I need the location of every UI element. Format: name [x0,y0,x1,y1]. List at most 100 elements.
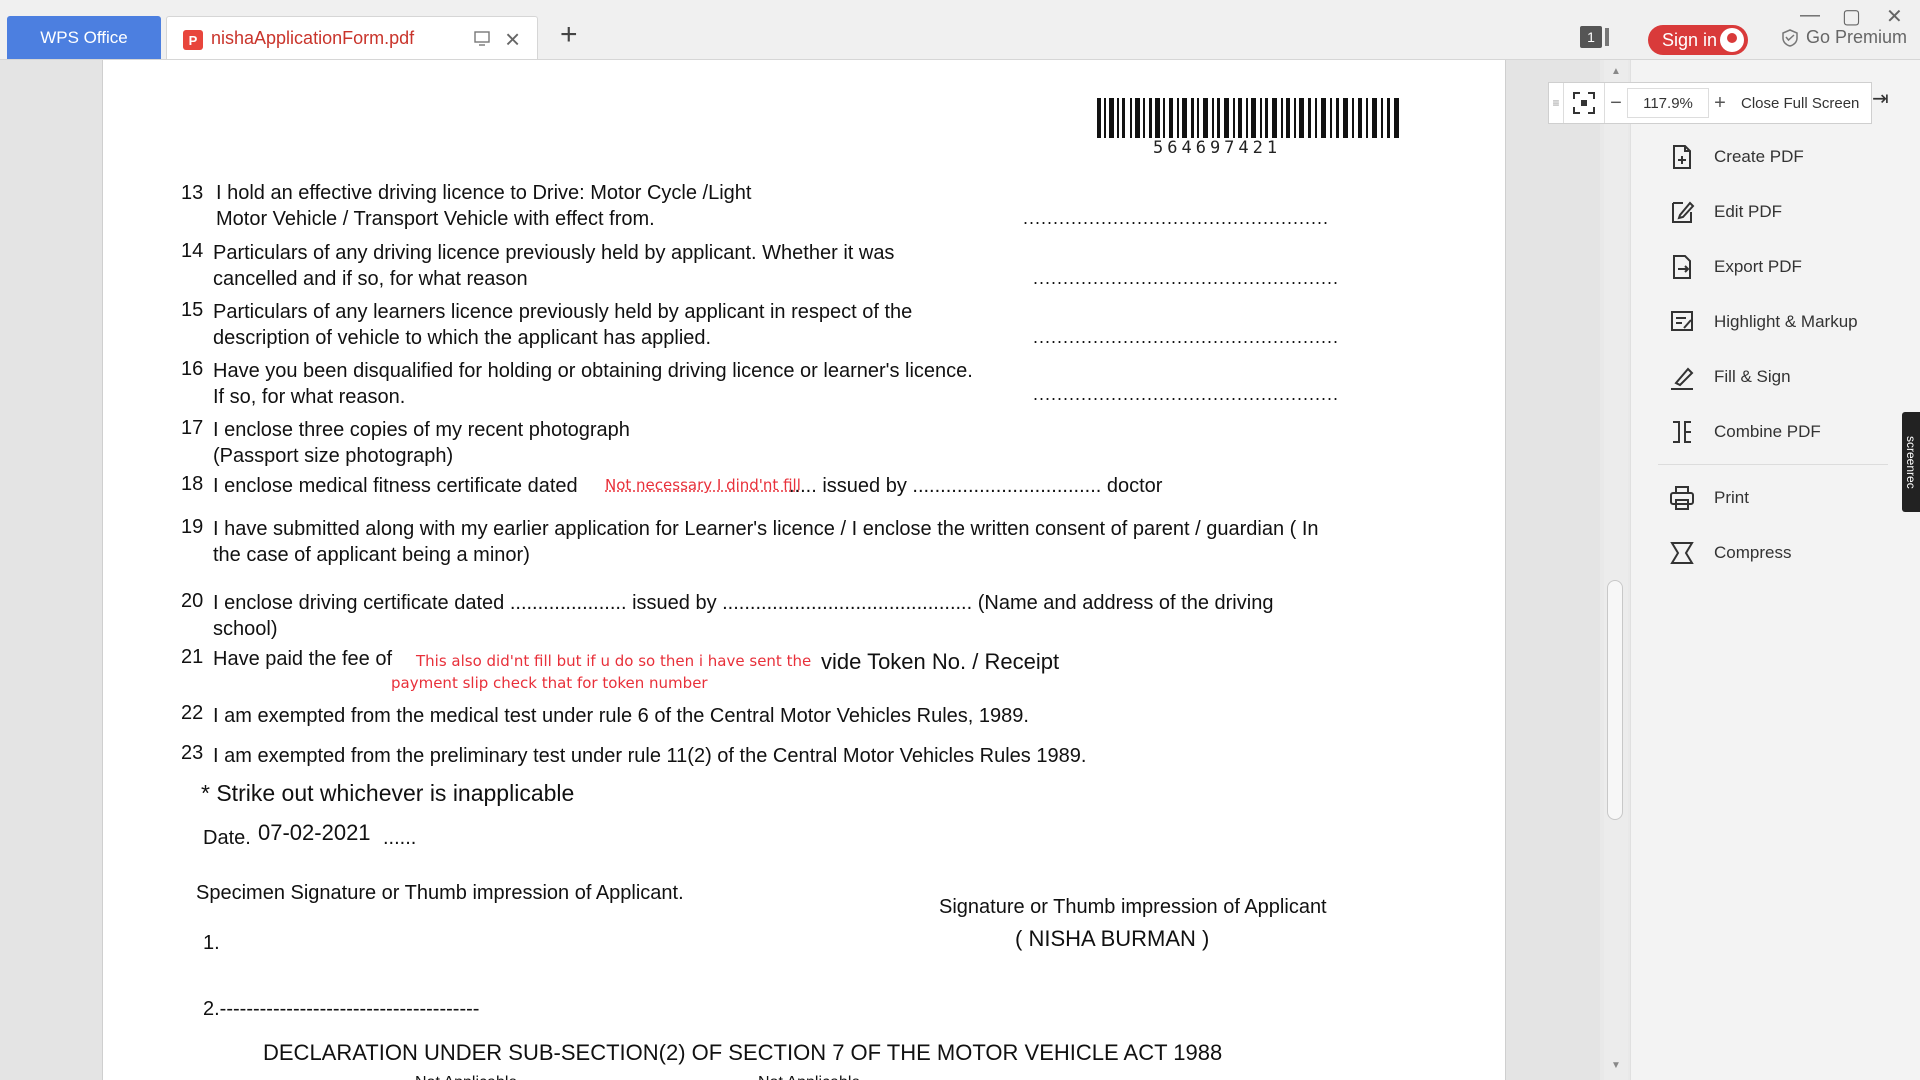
item-number: 18 [181,473,204,495]
item-13-line2: Motor Vehicle / Transport Vehicle with e… [216,208,655,230]
panel-divider [1658,464,1888,465]
tab-document-label: nishaApplicationForm.pdf [211,28,415,48]
sign-in-label: Sign in [1662,29,1718,50]
fill-sign-label: Fill & Sign [1714,367,1791,386]
item-22-text: I am exempted from the medical test unde… [213,705,1029,727]
screenrec-tab[interactable]: screenrec [1902,412,1920,512]
export-pdf-button[interactable]: Export PDF [1668,249,1802,285]
zoom-value[interactable]: 117.9% [1627,88,1709,118]
annotation-18[interactable]: Not necessary I dind'nt fill [605,476,801,494]
print-button[interactable]: Print [1668,480,1749,516]
premium-icon [1782,28,1798,47]
compress-icon [1670,542,1694,564]
specimen-2: 2.--------------------------------------… [203,998,480,1020]
applicant-name: ( NISHA BURMAN ) [1015,926,1210,951]
item-number: 21 [181,646,204,668]
item-13-fill-line: ........................................… [1023,208,1330,228]
item-13-line1: I hold an effective driving licence to D… [216,182,752,204]
export-pdf-icon [1673,255,1691,279]
fit-screen-icon[interactable] [1563,83,1605,123]
item-number: 17 [181,417,204,439]
item-16-line1: Have you been disqualified for holding o… [213,360,973,382]
pdf-page: 564697421 13 I hold an effective driving… [102,60,1506,1080]
item-16-fill-line: ........................................… [1033,384,1340,404]
avatar-icon [1720,28,1744,52]
item-20-line1: I enclose driving certificate dated ....… [213,592,1274,614]
collapse-panel-icon[interactable]: ⇥ [1872,86,1889,111]
page-bar-icon [1605,28,1609,46]
tab-document[interactable]: P nishaApplicationForm.pdf × [166,16,538,59]
item-23-text: I am exempted from the preliminary test … [213,745,1087,767]
fill-sign-button[interactable]: Fill & Sign [1668,359,1791,395]
page-count: 1 [1580,26,1602,48]
item-14-line1: Particulars of any driving licence previ… [213,242,895,264]
compress-button[interactable]: Compress [1668,535,1791,571]
item-21-tail: vide Token No. / Receipt [821,649,1060,674]
annotation-21-line1[interactable]: This also did'nt fill but if u do so the… [416,652,811,670]
item-number: 13 [181,182,204,204]
item-15-fill-line: ........................................… [1033,327,1340,347]
item-number: 16 [181,358,204,380]
edit-pdf-button[interactable]: Edit PDF [1668,194,1782,230]
date-label: Date. [203,827,251,849]
monitor-icon[interactable] [473,29,491,47]
scroll-up-icon[interactable]: ▲ [1611,66,1621,77]
maximize-icon[interactable]: ▢ [1842,4,1861,29]
close-tab-icon[interactable]: × [505,24,520,55]
item-17-line1: I enclose three copies of my recent phot… [213,419,630,441]
sign-in-button[interactable]: Sign in [1648,25,1748,55]
barcode-number: 564697421 [1153,138,1282,158]
item-number: 23 [181,742,204,764]
edit-pdf-label: Edit PDF [1714,202,1783,221]
edit-pdf-icon [1672,201,1695,223]
compress-label: Compress [1714,543,1792,562]
go-premium-button[interactable]: Go Premium [1780,27,1907,48]
vertical-scrollbar[interactable]: ▲ ▼ [1604,60,1628,1080]
item-16-line2: If so, for what reason. [213,386,406,408]
date-dots: ...... [383,827,417,849]
applicant-signature-label: Signature or Thumb impression of Applica… [939,896,1327,918]
drag-grip-icon[interactable]: ≡ [1549,96,1563,110]
close-window-icon[interactable]: ✕ [1886,4,1903,29]
title-bar: WPS Office P nishaApplicationForm.pdf × … [0,0,1920,60]
specimen-1: 1. [203,932,220,954]
item-number: 20 [181,590,204,612]
tab-wps-office[interactable]: WPS Office [7,16,161,59]
zoom-toolbar: ≡ − 117.9% + Close Full Screen [1548,82,1872,124]
scroll-down-icon[interactable]: ▼ [1611,1060,1621,1071]
not-applicable-1: Not Applicable [415,1070,517,1080]
pdf-file-icon: P [183,30,203,50]
export-pdf-label: Export PDF [1714,257,1802,276]
item-17-line2: (Passport size photograph) [213,445,454,467]
create-pdf-icon [1673,145,1691,169]
item-number: 19 [181,516,204,538]
item-19-line2: the case of applicant being a minor) [213,544,530,566]
item-number: 22 [181,702,204,724]
item-20-line2: school) [213,618,278,640]
specimen-signature-label: Specimen Signature or Thumb impression o… [196,882,684,904]
print-icon [1670,486,1694,510]
combine-pdf-button[interactable]: Combine PDF [1668,414,1821,450]
close-full-screen-button[interactable]: Close Full Screen [1731,95,1859,112]
item-15-line2: description of vehicle to which the appl… [213,327,712,349]
item-21-text: Have paid the fee of [213,648,393,670]
zoom-out-icon[interactable]: − [1605,92,1627,115]
declaration-heading: DECLARATION UNDER SUB-SECTION(2) OF SECT… [263,1040,1223,1065]
new-tab-icon[interactable]: + [560,18,578,52]
create-pdf-button[interactable]: Create PDF [1668,139,1804,175]
fill-sign-icon [1671,367,1694,390]
highlight-markup-button[interactable]: Highlight & Markup [1668,304,1858,340]
strike-note: * Strike out whichever is inapplicable [201,780,575,806]
item-number: 15 [181,299,204,321]
annotation-21-line2[interactable]: payment slip check that for token number [391,674,708,692]
scrollbar-thumb[interactable] [1607,580,1623,820]
page-count-badge[interactable]: 1 [1580,26,1612,48]
highlight-markup-label: Highlight & Markup [1714,312,1858,331]
go-premium-label: Go Premium [1806,27,1908,47]
highlight-icon [1671,311,1693,331]
item-14-fill-line: ........................................… [1033,268,1340,288]
item-18-text: I enclose medical fitness certificate da… [213,475,578,497]
zoom-in-icon[interactable]: + [1709,92,1731,115]
minimize-icon[interactable]: — [1800,4,1820,27]
item-15-line1: Particulars of any learners licence prev… [213,301,913,323]
